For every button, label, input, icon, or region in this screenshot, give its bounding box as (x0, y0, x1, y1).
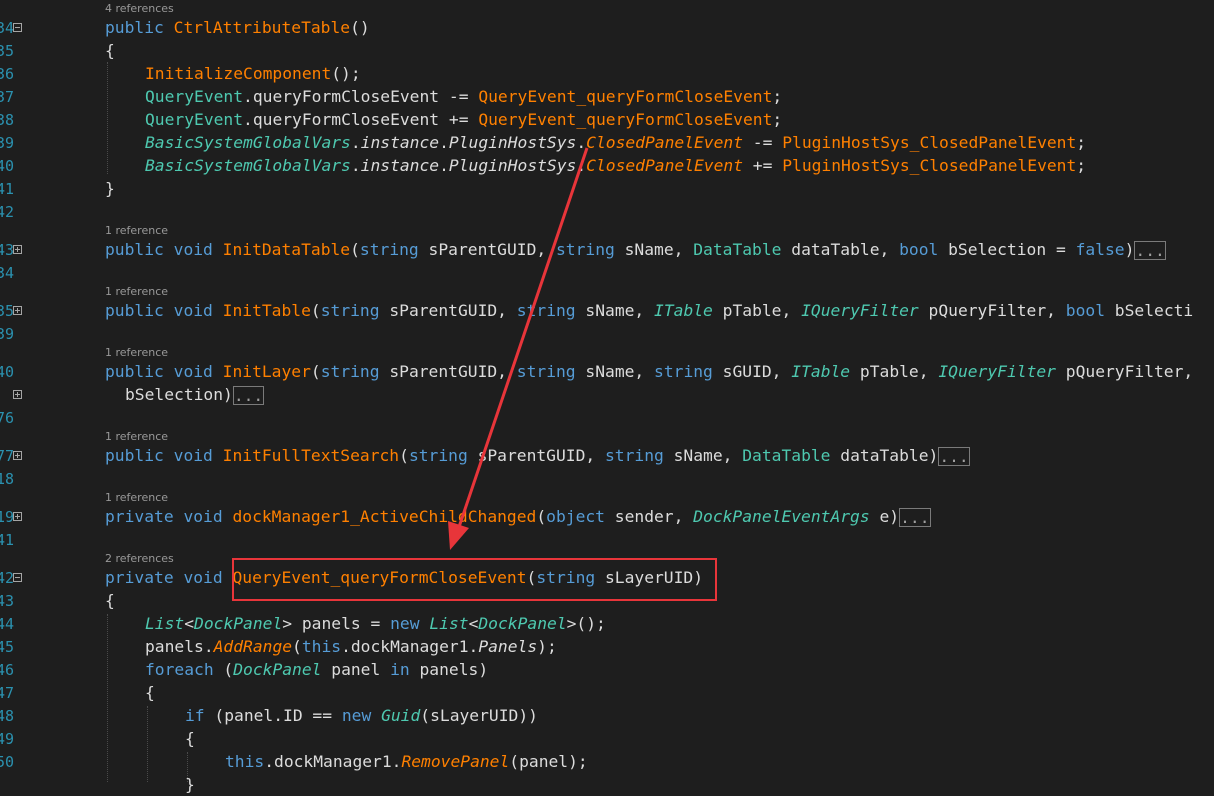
annotation-arrow (448, 147, 589, 550)
code-editor[interactable]: 34 35 36 37 38 39 40 41 42 43 34 35 39 4… (0, 0, 1214, 794)
